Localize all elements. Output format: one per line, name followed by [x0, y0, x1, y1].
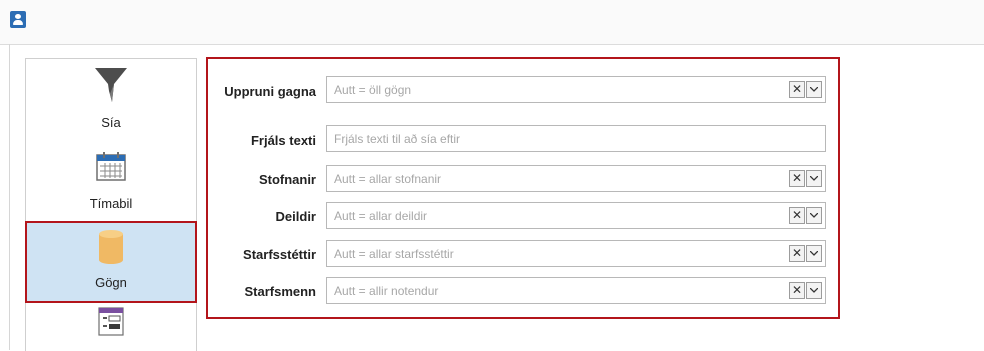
chevron-down-icon[interactable] — [806, 170, 822, 187]
filter-label: Uppruni gagna — [224, 84, 316, 99]
clear-button[interactable]: ✕ — [789, 81, 805, 98]
stofnanir-select[interactable]: Autt = allar stofnanir ✕ — [326, 165, 826, 192]
filter-label: Deildir — [275, 209, 316, 224]
sidebar-item-label: Sía — [101, 115, 121, 130]
filter-label: Starfsmenn — [244, 284, 316, 299]
placeholder: Frjáls texti til að sía eftir — [334, 132, 461, 146]
filter-label: Starfsstéttir — [243, 247, 316, 262]
filter-label: Stofnanir — [258, 172, 316, 187]
top-bar — [0, 0, 984, 45]
sidebar-item-form[interactable] — [26, 301, 196, 351]
filter-label: Frjáls texti — [250, 133, 316, 148]
placeholder: Autt = allir notendur — [334, 284, 439, 298]
chevron-down-icon[interactable] — [806, 282, 822, 299]
placeholder: Autt = allar stofnanir — [334, 172, 442, 186]
clear-button[interactable]: ✕ — [789, 282, 805, 299]
chevron-down-icon[interactable] — [806, 207, 822, 224]
uppruni-gagna-select[interactable]: Autt = öll gögn ✕ — [326, 76, 826, 103]
form-icon — [98, 307, 124, 336]
chevron-down-icon[interactable] — [806, 245, 822, 262]
divider — [9, 44, 10, 350]
placeholder: Autt = allar deildir — [334, 209, 428, 223]
sidebar-item-timabil[interactable]: Tímabil — [26, 149, 196, 219]
sidebar-item-gogn[interactable]: Gögn — [25, 221, 197, 303]
sidebar-item-label: Tímabil — [89, 196, 133, 211]
sidebar-item-sia[interactable]: Sía — [26, 59, 196, 149]
placeholder: Autt = öll gögn — [334, 83, 412, 97]
database-icon — [99, 230, 123, 264]
frjals-texti-input[interactable]: Frjáls texti til að sía eftir — [326, 125, 826, 152]
chevron-down-icon[interactable] — [806, 81, 822, 98]
starfsmenn-select[interactable]: Autt = allir notendur ✕ — [326, 277, 826, 304]
placeholder: Autt = allar starfsstéttir — [334, 247, 454, 261]
deildir-select[interactable]: Autt = allar deildir ✕ — [326, 202, 826, 229]
calendar-icon — [96, 152, 126, 181]
clear-button[interactable]: ✕ — [789, 207, 805, 224]
clear-button[interactable]: ✕ — [789, 170, 805, 187]
user-profile-icon[interactable] — [10, 11, 26, 28]
starfsstettir-select[interactable]: Autt = allar starfsstéttir ✕ — [326, 240, 826, 267]
sidebar: Sía Tímabil Gögn — [25, 58, 197, 351]
sidebar-item-label: Gögn — [95, 275, 127, 290]
clear-button[interactable]: ✕ — [789, 245, 805, 262]
funnel-icon — [95, 68, 127, 102]
